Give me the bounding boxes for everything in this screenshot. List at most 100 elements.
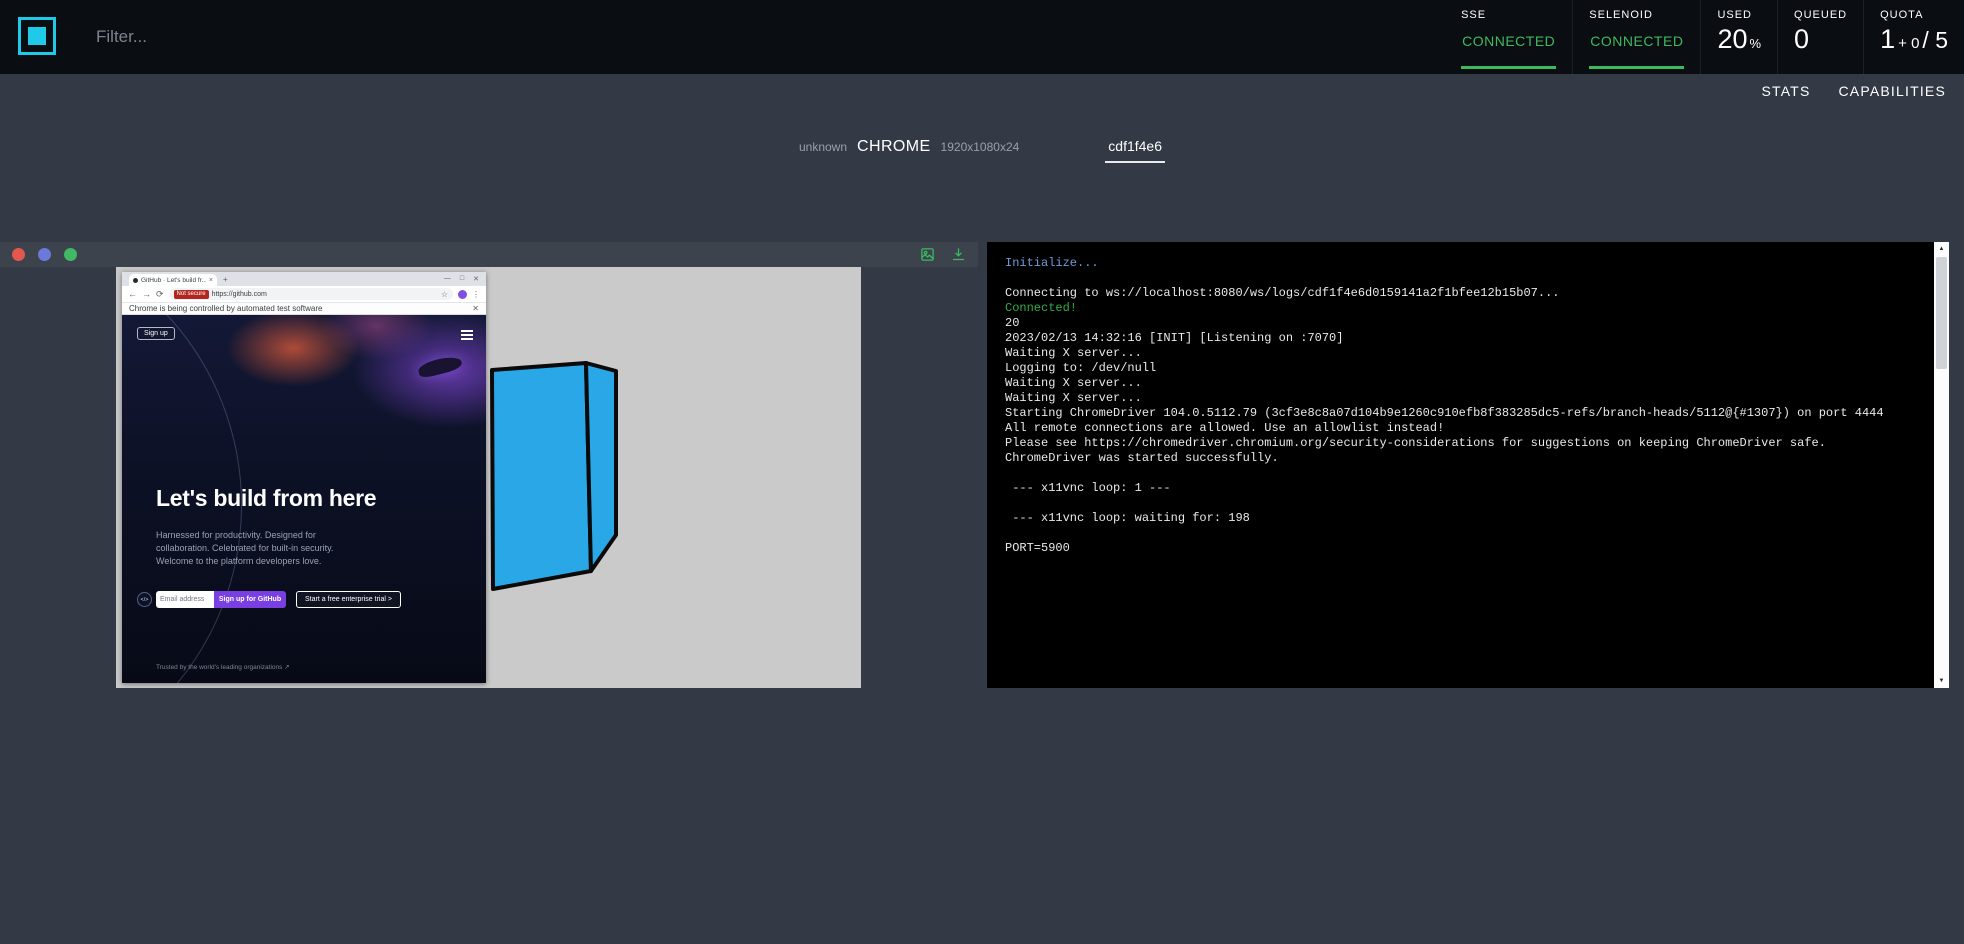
address-bar[interactable]: Not secure https://github.com ☆ [169, 288, 453, 300]
spaceship-decoration [417, 354, 463, 379]
infobar-close-icon[interactable]: ✕ [472, 304, 479, 313]
traffic-light-blue-icon [38, 248, 51, 261]
stat-sse-label: SSE [1461, 9, 1556, 21]
bookmark-star-icon[interactable]: ☆ [441, 290, 448, 299]
maximize-icon[interactable]: □ [460, 275, 464, 283]
remote-tab-title: GitHub · Let's build fr... [141, 277, 206, 284]
stat-sse: SSE CONNECTED [1445, 0, 1572, 74]
not-secure-chip: Not secure [174, 290, 209, 299]
traffic-light-red-icon [12, 248, 25, 261]
sse-status-underline: CONNECTED [1461, 33, 1556, 69]
github-enterprise-trial-button[interactable]: Start a free enterprise trial > [296, 591, 401, 608]
log-line [1005, 271, 1909, 286]
automation-infobar: Chrome is being controlled by automated … [122, 303, 486, 315]
automation-infobar-text: Chrome is being controlled by automated … [129, 304, 322, 313]
log-line [1005, 496, 1909, 511]
new-tab-icon[interactable]: + [223, 275, 228, 284]
log-line: 2023/02/13 14:32:16 [INIT] [Listening on… [1005, 331, 1909, 346]
log-line: ChromeDriver was started successfully. [1005, 451, 1909, 466]
back-icon[interactable]: ← [128, 290, 137, 299]
stat-quota-value: 1+ 0/ 5 [1880, 24, 1948, 55]
screenshot-icon[interactable] [920, 247, 935, 262]
reload-icon[interactable]: ⟳ [156, 290, 164, 299]
forward-icon[interactable]: → [142, 290, 151, 299]
session-browser-version: unknown [799, 140, 847, 154]
download-icon[interactable] [951, 247, 966, 262]
remote-browser-window: GitHub · Let's build fr... × + — □ ✕ ← →… [122, 272, 486, 683]
log-line: Connected! [1005, 301, 1909, 316]
top-header: SSE CONNECTED SELENOID CONNECTED USED 20… [0, 0, 1964, 74]
url-text: https://github.com [212, 291, 267, 298]
stat-used-value: 20% [1717, 24, 1761, 55]
log-lines: Initialize... Connecting to ws://localho… [1005, 256, 1909, 556]
log-line: --- x11vnc loop: waiting for: 198 [1005, 511, 1909, 526]
stat-queued-label: QUEUED [1794, 9, 1847, 21]
stat-used: USED 20% [1700, 0, 1777, 74]
log-line: Waiting X server... [1005, 346, 1909, 361]
traffic-light-green-icon [64, 248, 77, 261]
github-email-field[interactable]: Email address [156, 591, 214, 608]
app-logo-mark [28, 27, 46, 45]
filter-input[interactable] [96, 27, 516, 47]
stat-used-label: USED [1717, 9, 1761, 21]
remote-tab-strip: GitHub · Let's build fr... × + — □ ✕ [122, 272, 486, 286]
browser-menu-icon[interactable]: ⋮ [472, 290, 480, 299]
log-line [1005, 526, 1909, 541]
log-line: 20 [1005, 316, 1909, 331]
stat-quota: QUOTA 1+ 0/ 5 [1863, 0, 1964, 74]
stat-queued: QUEUED 0 [1777, 0, 1863, 74]
header-stats: SSE CONNECTED SELENOID CONNECTED USED 20… [1445, 0, 1964, 74]
profile-avatar[interactable] [458, 290, 467, 299]
session-row[interactable]: unknown CHROME 1920x1080x24 cdf1f4e6 [0, 138, 1964, 163]
log-line: Initialize... [1005, 256, 1909, 271]
session-log-panel: Initialize... Connecting to ws://localho… [987, 242, 1949, 688]
github-footnote: Trusted by the world's leading organizat… [156, 663, 290, 671]
hamburger-menu-icon[interactable] [461, 330, 473, 342]
log-line: Waiting X server... [1005, 391, 1909, 406]
github-favicon-icon [133, 278, 138, 283]
stat-selenoid-label: SELENOID [1589, 9, 1684, 21]
session-id-link[interactable]: cdf1f4e6 [1105, 138, 1165, 163]
log-line: Starting ChromeDriver 104.0.5112.79 (3cf… [1005, 406, 1909, 421]
github-signup-button[interactable]: Sign up [137, 327, 175, 340]
log-scrollbar[interactable]: ▲ ▼ [1934, 242, 1949, 688]
vnc-body: GitHub · Let's build fr... × + — □ ✕ ← →… [0, 267, 978, 688]
sse-status: CONNECTED [1462, 33, 1555, 49]
log-line: All remote connections are allowed. Use … [1005, 421, 1909, 436]
vnc-remote-screen[interactable]: GitHub · Let's build fr... × + — □ ✕ ← →… [116, 267, 861, 688]
log-line: PORT=5900 [1005, 541, 1909, 556]
log-line: Connecting to ws://localhost:8080/ws/log… [1005, 286, 1909, 301]
github-page: Sign up Let's build from here Harnessed … [122, 315, 486, 683]
tab-close-icon[interactable]: × [209, 277, 213, 284]
github-hero-paragraph: Harnessed for productivity. Designed for… [156, 529, 334, 568]
scroll-down-icon[interactable]: ▼ [1934, 674, 1949, 688]
app-logo[interactable] [18, 17, 56, 55]
scroll-up-icon[interactable]: ▲ [1934, 242, 1949, 256]
github-signup-cta-button[interactable]: Sign up for GitHub [214, 591, 286, 608]
vnc-panel: GitHub · Let's build fr... × + — □ ✕ ← →… [0, 242, 978, 688]
session-screen-resolution: 1920x1080x24 [941, 140, 1020, 154]
tab-capabilities[interactable]: CAPABILITIES [1838, 83, 1946, 99]
close-icon[interactable]: ✕ [473, 275, 479, 283]
stat-queued-value: 0 [1794, 24, 1847, 55]
blue-cube-drawing [488, 361, 619, 601]
scrollbar-thumb[interactable] [1936, 257, 1947, 369]
log-line: Please see https://chromedriver.chromium… [1005, 436, 1909, 451]
view-tabs: STATS CAPABILITIES [1761, 83, 1946, 99]
github-signup-form: </> Email address Sign up for GitHub Sta… [137, 591, 401, 608]
stat-quota-label: QUOTA [1880, 9, 1948, 21]
code-badge-icon: </> [137, 592, 152, 607]
selenoid-status-underline: CONNECTED [1589, 33, 1684, 69]
remote-browser-toolbar: ← → ⟳ Not secure https://github.com ☆ ⋮ [122, 286, 486, 303]
tab-stats[interactable]: STATS [1761, 83, 1810, 99]
vnc-window-titlebar [0, 242, 978, 267]
selenoid-status: CONNECTED [1590, 33, 1683, 49]
remote-browser-tab[interactable]: GitHub · Let's build fr... × [129, 274, 217, 286]
stat-selenoid: SELENOID CONNECTED [1572, 0, 1700, 74]
log-line: Waiting X server... [1005, 376, 1909, 391]
minimize-icon[interactable]: — [444, 275, 451, 283]
percent-unit: % [1749, 36, 1761, 51]
remote-window-controls: — □ ✕ [444, 275, 486, 283]
log-line [1005, 466, 1909, 481]
log-line: Logging to: /dev/null [1005, 361, 1909, 376]
